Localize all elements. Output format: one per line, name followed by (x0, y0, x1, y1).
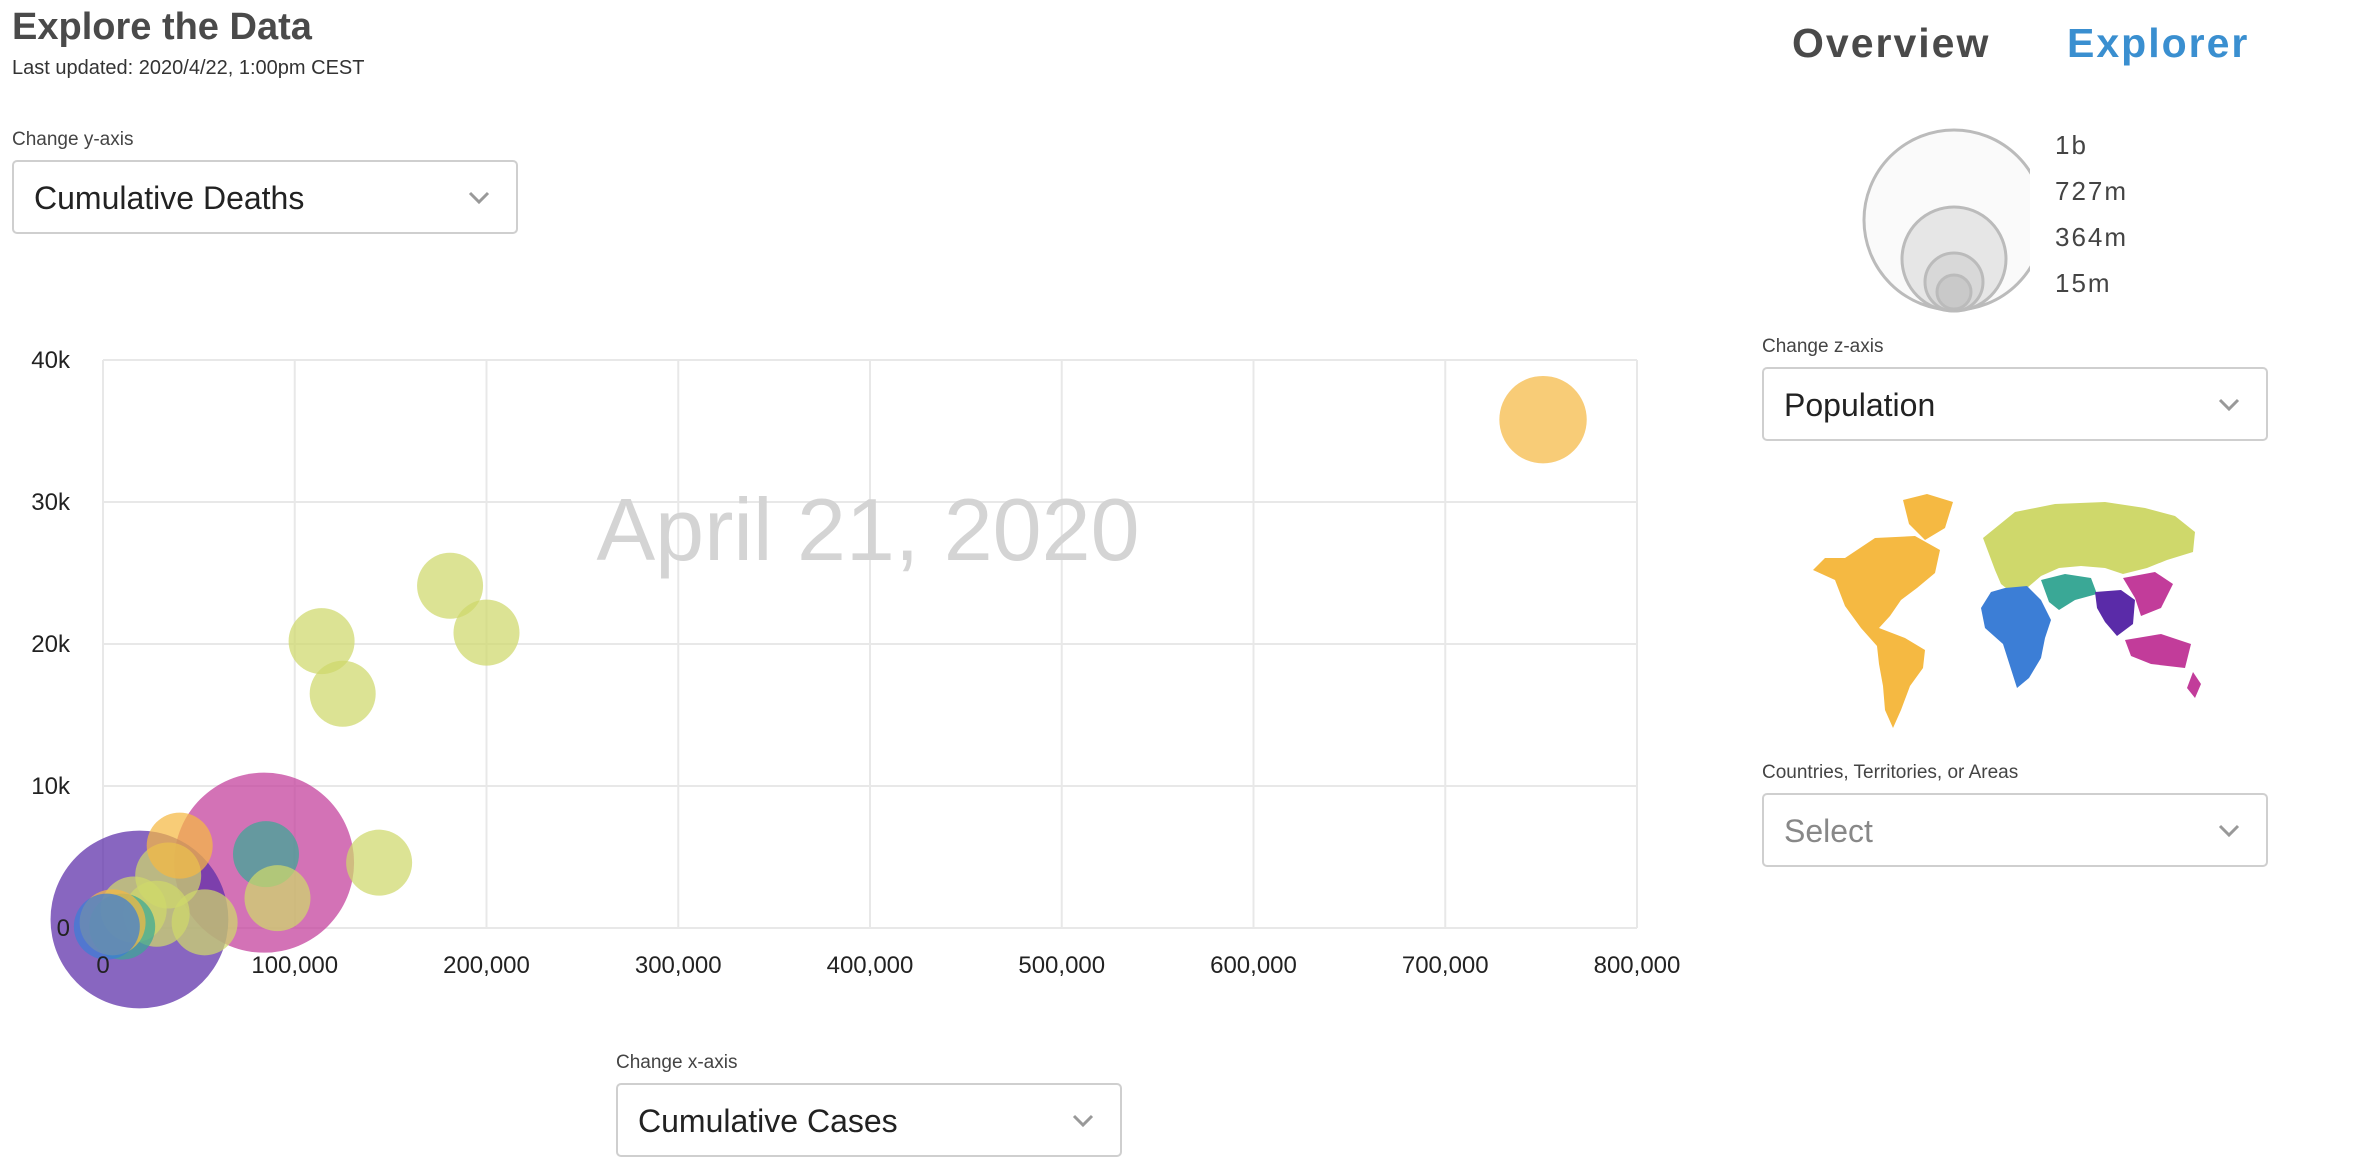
legend-label-1b: 1b (2055, 130, 2088, 160)
bubble-size-legend (1862, 128, 2030, 313)
x-tick-label: 0 (96, 952, 109, 979)
chart-date-annotation: April 21, 2020 (596, 480, 1139, 579)
x-tick-label: 400,000 (827, 952, 914, 979)
x-tick-label: 200,000 (443, 952, 530, 979)
chevron-down-icon (2218, 398, 2240, 412)
countries-select[interactable]: Select (1762, 793, 2268, 867)
countries-select-placeholder: Select (1784, 813, 1873, 849)
chevron-down-icon (2218, 824, 2240, 838)
y-tick-label: 10k (31, 773, 71, 800)
map-region-south-east-asia[interactable] (2095, 590, 2135, 636)
bubble-point[interactable] (309, 660, 376, 727)
legend-label-364m: 364m (2055, 222, 2129, 252)
nav-overview-link[interactable]: Overview (1792, 20, 1990, 67)
x-tick-label: 700,000 (1402, 952, 1489, 979)
map-region-americas[interactable] (1813, 494, 1953, 728)
y-tick-label: 20k (31, 631, 71, 658)
page-title: Explore the Data (12, 6, 312, 48)
y-tick-label: 0 (57, 915, 70, 942)
y-axis-select[interactable]: Cumulative Deaths (12, 160, 518, 234)
bubble-point[interactable] (73, 893, 140, 960)
y-tick-label: 30k (31, 489, 71, 516)
map-region-western-pacific[interactable] (2123, 572, 2201, 698)
bubble-point[interactable] (146, 812, 213, 879)
x-tick-label: 300,000 (635, 952, 722, 979)
legend-circle-15m (1935, 273, 1973, 311)
z-axis-select-value: Population (1784, 387, 1936, 423)
countries-label: Countries, Territories, or Areas (1762, 762, 2019, 783)
bubble-point[interactable] (346, 829, 413, 896)
x-tick-label: 500,000 (1018, 952, 1105, 979)
legend-label-727m: 727m (2055, 176, 2129, 206)
y-tick-label: 40k (31, 347, 71, 374)
map-region-eastern-mediterranean[interactable] (2041, 574, 2097, 610)
nav-explorer-link[interactable]: Explorer (2067, 20, 2249, 67)
region-world-map[interactable] (1805, 488, 2205, 733)
bubble-layer (50, 375, 1587, 1009)
last-updated-text: Last updated: 2020/4/22, 1:00pm CEST (12, 57, 365, 79)
x-axis-label: Change x-axis (616, 1052, 738, 1073)
x-tick-label: 100,000 (251, 952, 338, 979)
y-axis-label: Change y-axis (12, 129, 134, 150)
x-axis-select-value: Cumulative Cases (638, 1103, 898, 1139)
bubble-point[interactable] (244, 865, 311, 932)
y-axis-select-value: Cumulative Deaths (34, 180, 305, 216)
x-axis-select[interactable]: Cumulative Cases (616, 1083, 1122, 1157)
x-tick-label: 800,000 (1594, 952, 1681, 979)
x-tick-label: 600,000 (1210, 952, 1297, 979)
chevron-down-icon (468, 191, 490, 205)
bubble-point[interactable] (1499, 375, 1587, 464)
bubble-point[interactable] (453, 599, 520, 666)
chevron-down-icon (1072, 1114, 1094, 1128)
bubble-chart: April 21, 2020 0 100,000 200,000 300,000 400… (31, 347, 1681, 1009)
map-region-africa[interactable] (1981, 586, 2051, 688)
z-axis-label: Change z-axis (1762, 336, 1884, 357)
z-axis-select[interactable]: Population (1762, 367, 2268, 441)
legend-label-15m: 15m (2055, 268, 2112, 298)
